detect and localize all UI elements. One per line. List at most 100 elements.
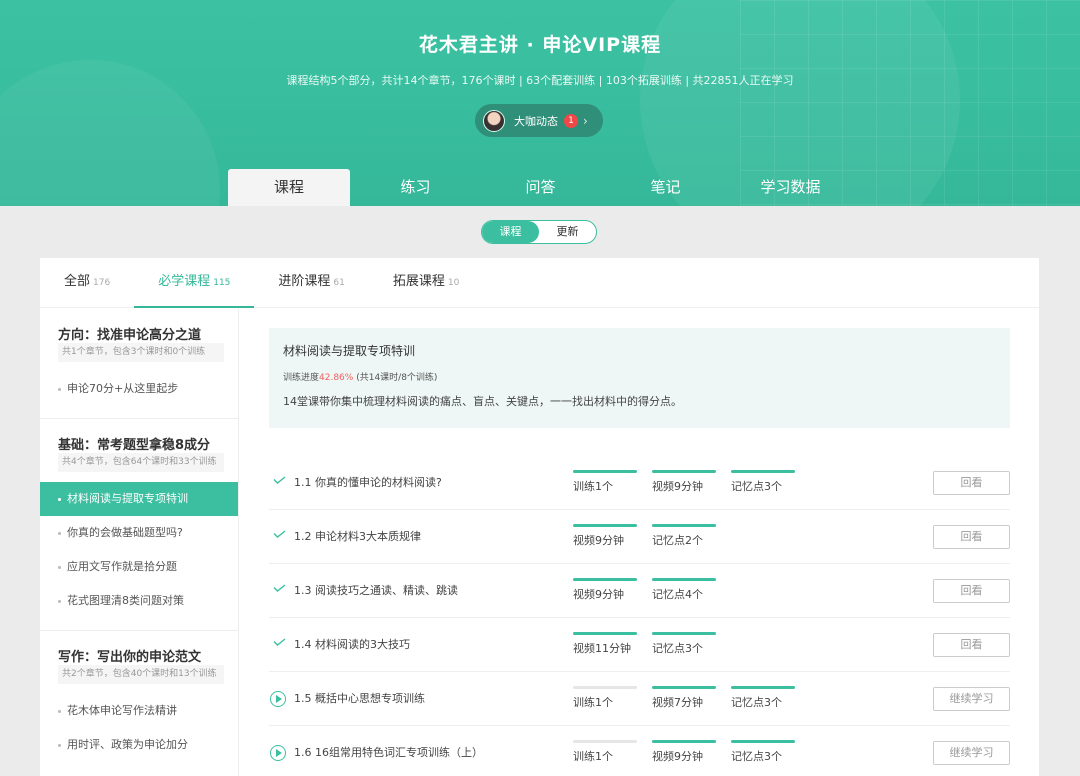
tag-progress-bar [573, 524, 637, 527]
tab-notes[interactable]: 笔记 [603, 169, 728, 206]
tag-label: 视频11分钟 [573, 642, 631, 655]
tag-progress-bar [573, 740, 637, 743]
tag-label: 视频9分钟 [652, 750, 703, 763]
sidebar-section: 方向：找准申论高分之道 共1个章节，包含3个课时和0个训练 申论70分+从这里起… [40, 309, 238, 419]
tag-progress-bar [652, 470, 716, 473]
sidebar-item[interactable]: 用时评、政策为申论加分 [40, 728, 238, 762]
lesson-title: 1.3 阅读技巧之通读、精读、跳读 [294, 584, 458, 597]
lesson-row[interactable]: 1.5 概括中心思想专项训练 训练1个 视频7分钟 记忆点3个 继续学习 [269, 672, 1010, 726]
lesson-title: 1.4 材料阅读的3大技巧 [294, 638, 410, 651]
chevron-right-icon: › [583, 113, 588, 128]
sidebar-item[interactable]: 应用文写作就是拾分题 [40, 550, 238, 584]
category-label: 进阶课程 [278, 274, 331, 289]
sidebar-item-label: 花式图理清8类问题对策 [67, 594, 184, 607]
lesson-row[interactable]: 1.3 阅读技巧之通读、精读、跳读 视频9分钟 记忆点4个 回看 [269, 564, 1010, 618]
lesson-tag: 记忆点2个 [652, 524, 716, 548]
lesson-tag: 视频11分钟 [573, 632, 637, 656]
category-tab-required[interactable]: 必学课程 115 [134, 258, 255, 308]
daka-news-label: 大咖动态 [514, 114, 558, 128]
chapter-sidebar: 方向：找准申论高分之道 共1个章节，包含3个课时和0个训练 申论70分+从这里起… [40, 309, 239, 776]
tag-label: 记忆点3个 [652, 642, 703, 655]
category-tab-advanced[interactable]: 进阶课程 61 [254, 258, 368, 308]
category-tab-extended[interactable]: 拓展课程 10 [369, 258, 483, 308]
tag-progress-bar [573, 578, 637, 581]
lesson-row[interactable]: 1.2 申论材料3大本质规律 视频9分钟 记忆点2个 回看 [269, 510, 1010, 564]
tag-progress-bar [652, 686, 716, 689]
tag-label: 视频9分钟 [573, 588, 624, 601]
progress-percent: 42.86% [319, 373, 354, 383]
course-title: 花木君主讲 · 申论VIP课程 [418, 34, 662, 56]
check-icon [273, 638, 286, 646]
tag-progress-bar [652, 578, 716, 581]
lesson-title: 1.6 16组常用特色词汇专项训练（上） [294, 746, 483, 759]
sidebar-item[interactable]: 花木体申论写作法精讲 [40, 694, 238, 728]
toggle-updates[interactable]: 更新 [539, 221, 596, 243]
continue-button[interactable]: 继续学习 [933, 741, 1010, 765]
lesson-tags: 训练1个 视频9分钟 记忆点3个 [573, 740, 810, 764]
lesson-row[interactable]: 1.1 你真的懂申论的材料阅读? 训练1个 视频9分钟 记忆点3个 回看 [269, 456, 1010, 510]
lesson-tag: 记忆点3个 [731, 686, 795, 710]
tag-label: 视频7分钟 [652, 696, 703, 709]
sidebar-item-label: 你真的会做基础题型吗? [67, 526, 183, 539]
tab-practice[interactable]: 练习 [353, 169, 478, 206]
tab-course[interactable]: 课程 [228, 169, 350, 206]
bullet-icon [58, 531, 61, 535]
continue-button[interactable]: 继续学习 [933, 687, 1010, 711]
sidebar-section: 写作：写出你的申论范文 共2个章节，包含40个课时和13个训练 花木体申论写作法… [40, 631, 238, 762]
review-button[interactable]: 回看 [933, 525, 1010, 549]
course-header: 花木君主讲 · 申论VIP课程 课程结构5个部分，共计14个章节，176个课时 … [0, 0, 1080, 206]
lesson-tag: 记忆点3个 [731, 470, 795, 494]
lesson-row[interactable]: 1.6 16组常用特色词汇专项训练（上） 训练1个 视频9分钟 记忆点3个 继续… [269, 726, 1010, 776]
chapter-description: 14堂课带你集中梳理材料阅读的痛点、盲点、关键点，一一找出材料中的得分点。 [283, 395, 682, 408]
tab-study-data[interactable]: 学习数据 [728, 169, 853, 206]
tab-qa[interactable]: 问答 [478, 169, 603, 206]
tag-label: 视频9分钟 [573, 534, 624, 547]
section-title: 方向：找准申论高分之道 [58, 328, 202, 343]
sidebar-item-label: 材料阅读与提取专项特训 [67, 492, 188, 505]
main-tabs: 课程 练习 问答 笔记 学习数据 [228, 169, 853, 206]
category-label: 全部 [64, 274, 91, 289]
sidebar-item[interactable]: 你真的会做基础题型吗? [40, 516, 238, 550]
lesson-row[interactable]: 1.4 材料阅读的3大技巧 视频11分钟 记忆点3个 回看 [269, 618, 1010, 672]
daka-news-button[interactable]: 大咖动态 1 › [475, 104, 603, 137]
chapter-progress: 训练进度42.86% (共14课时/8个训练) [283, 370, 996, 383]
sidebar-item[interactable]: 花式图理清8类问题对策 [40, 584, 238, 618]
sidebar-item[interactable]: 申论70分+从这里起步 [40, 372, 238, 406]
section-title: 基础：常考题型拿稳8成分 [58, 438, 211, 453]
tag-label: 训练1个 [573, 750, 613, 763]
course-summary: 课程结构5个部分，共计14个章节，176个课时 | 63个配套训练 | 103个… [286, 74, 794, 87]
category-count: 115 [213, 278, 231, 288]
sidebar-item-active[interactable]: 材料阅读与提取专项特训 [40, 482, 238, 516]
lesson-title: 1.1 你真的懂申论的材料阅读? [294, 476, 442, 489]
category-count: 10 [447, 278, 460, 288]
tag-progress-bar [652, 632, 716, 635]
play-icon [270, 745, 286, 761]
review-button[interactable]: 回看 [933, 579, 1010, 603]
tag-progress-bar [573, 632, 637, 635]
category-count: 61 [333, 278, 345, 288]
lesson-tags: 训练1个 视频9分钟 记忆点3个 [573, 470, 810, 494]
review-button[interactable]: 回看 [933, 633, 1010, 657]
check-icon [273, 476, 286, 484]
lesson-tags: 视频11分钟 记忆点3个 [573, 632, 731, 656]
tag-progress-bar [652, 524, 716, 527]
section-meta: 共1个章节，包含3个课时和0个训练 [58, 343, 224, 362]
category-tab-all[interactable]: 全部 176 [40, 258, 134, 308]
tag-label: 记忆点3个 [731, 750, 782, 763]
play-icon [270, 691, 286, 707]
sidebar-item-label: 应用文写作就是拾分题 [67, 560, 177, 573]
section-meta: 共4个章节，包含64个课时和33个训练 [58, 453, 224, 472]
toggle-course[interactable]: 课程 [482, 221, 539, 243]
avatar [483, 109, 505, 132]
course-card: 全部 176 必学课程 115 进阶课程 61 拓展课程 10 方向：找准申论高分之道 … [40, 258, 1039, 776]
chapter-content: 材料阅读与提取专项特训 训练进度42.86% (共14课时/8个训练) 14堂课… [269, 328, 1010, 776]
bullet-icon [58, 565, 61, 569]
lesson-tag: 记忆点3个 [652, 632, 716, 656]
tag-label: 记忆点3个 [731, 480, 782, 493]
lesson-tag: 训练1个 [573, 686, 637, 710]
lesson-tag: 视频9分钟 [652, 470, 716, 494]
tag-progress-bar [573, 470, 637, 473]
bullet-icon [58, 599, 61, 603]
review-button[interactable]: 回看 [933, 471, 1010, 495]
category-count: 176 [93, 278, 111, 288]
